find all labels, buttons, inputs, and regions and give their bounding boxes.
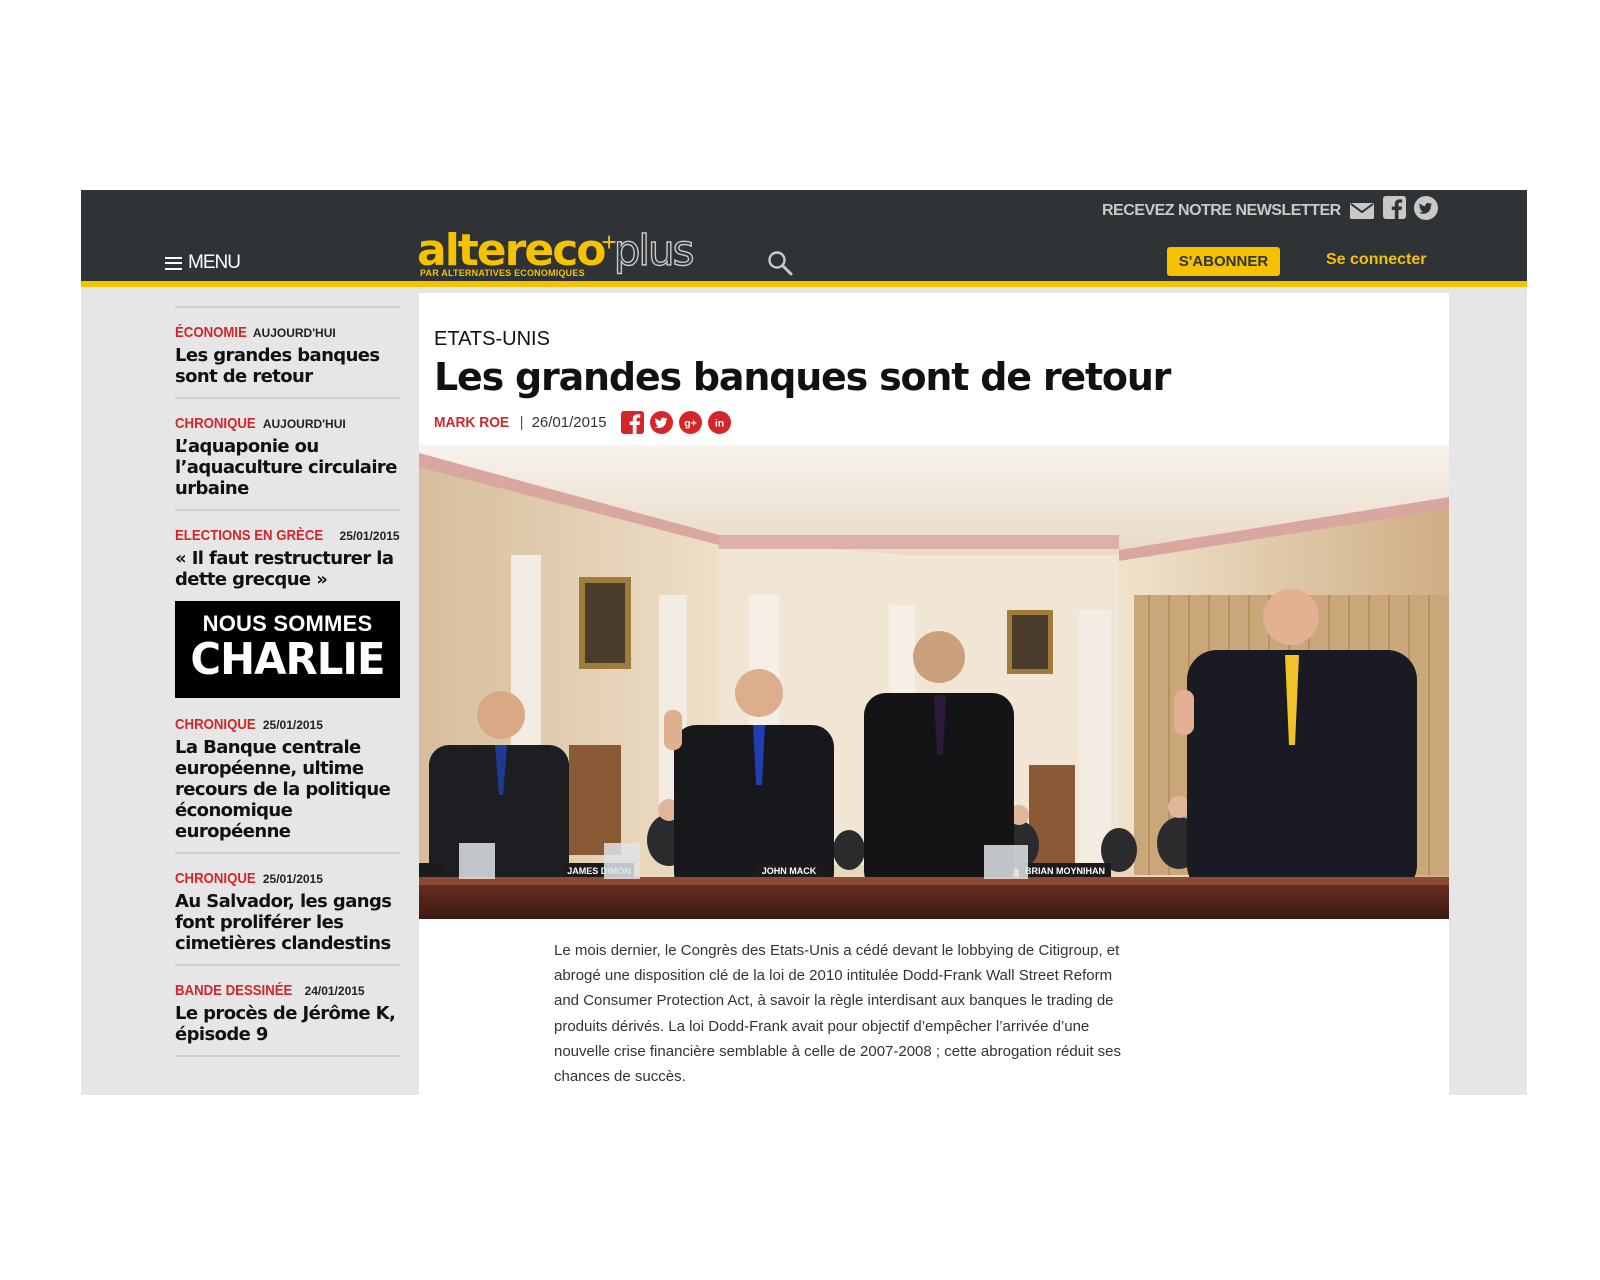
news-category: CHRONIQUE bbox=[175, 870, 256, 887]
linkedin-icon[interactable]: in bbox=[707, 411, 731, 434]
sidebar-news-item[interactable]: ÉCONOMIE AUJOURD'HUI Les grandes banques… bbox=[175, 306, 400, 397]
sidebar-news-item[interactable]: CHRONIQUE AUJOURD'HUI L’aquaponie ou l’a… bbox=[175, 397, 400, 509]
twitter-icon[interactable] bbox=[649, 411, 673, 434]
facebook-icon[interactable] bbox=[620, 411, 644, 434]
google-plus-icon[interactable]: g+ bbox=[678, 411, 702, 434]
sidebar-news-item[interactable]: BANDE DESSINÉE 24/01/2015 Le procès de J… bbox=[175, 964, 400, 1055]
login-link[interactable]: Se connecter bbox=[1326, 251, 1426, 269]
sidebar-news-item-cut[interactable] bbox=[175, 1055, 400, 1085]
logo-tagline: PAR ALTERNATIVES ECONOMIQUES bbox=[420, 268, 585, 278]
news-date: 25/01/2015 bbox=[339, 529, 400, 543]
article-date: 26/01/2015 bbox=[531, 414, 607, 431]
sidebar-news-item[interactable]: ELECTIONS EN GRÈCE 25/01/2015 « Il faut … bbox=[175, 509, 400, 590]
menu-button[interactable]: MENU bbox=[165, 252, 241, 274]
banner-line-2: CHARLIE bbox=[190, 634, 385, 685]
news-date: AUJOURD'HUI bbox=[252, 326, 336, 340]
sidebar-news-item[interactable]: CHRONIQUE 25/01/2015 Au Salvador, les ga… bbox=[175, 852, 400, 964]
news-date: 24/01/2015 bbox=[304, 984, 365, 998]
article-byline: MARK ROE | 26/01/2015 g+ in bbox=[434, 411, 731, 434]
svg-text:in: in bbox=[714, 417, 723, 429]
svg-text:JOHN MACK: JOHN MACK bbox=[762, 866, 817, 876]
browser-page: MENU altereco+plus PAR ALTERNATIVES ECON… bbox=[81, 190, 1527, 1095]
article-kicker[interactable]: ETATS-UNIS bbox=[434, 328, 550, 351]
logo-plus-text: plus bbox=[613, 225, 695, 275]
news-title: Au Salvador, les gangs font proliférer l… bbox=[175, 891, 392, 954]
svg-text:g+: g+ bbox=[684, 417, 697, 429]
news-title: Le procès de Jérôme K, épisode 9 bbox=[175, 1003, 396, 1045]
news-title: L’aquaponie ou l’aquaculture circulaire … bbox=[175, 436, 397, 499]
subscribe-button[interactable]: S'ABONNER bbox=[1167, 247, 1280, 276]
header-social-links bbox=[1383, 196, 1438, 220]
twitter-icon[interactable] bbox=[1414, 196, 1438, 220]
article-hero-photo: JAMES DIMON JOHN MACK BRIAN MOYNIHAN bbox=[419, 445, 1449, 919]
sidebar-news-list: ÉCONOMIE AUJOURD'HUI Les grandes banques… bbox=[175, 306, 400, 1085]
news-title: Les grandes banques sont de retour bbox=[175, 345, 380, 387]
newsletter-link[interactable]: RECEVEZ NOTRE NEWSLETTER bbox=[1102, 202, 1374, 220]
news-category: ELECTIONS EN GRÈCE bbox=[175, 527, 324, 544]
je-suis-charlie-banner[interactable]: NOUS SOMMES CHARLIE bbox=[175, 601, 400, 698]
sidebar-news-item[interactable]: CHRONIQUE 25/01/2015 La Banque centrale … bbox=[175, 710, 400, 852]
news-title: « Il faut restructurer la dette grecque … bbox=[175, 548, 394, 590]
site-header: MENU altereco+plus PAR ALTERNATIVES ECON… bbox=[81, 190, 1527, 287]
news-title: La Banque centrale européenne, ultime re… bbox=[175, 737, 391, 842]
byline-separator: | bbox=[519, 414, 524, 431]
news-date: 25/01/2015 bbox=[262, 872, 323, 886]
article-body: Le mois dernier, le Congrès des Etats-Un… bbox=[554, 942, 1122, 1086]
hamburger-icon bbox=[165, 256, 182, 270]
menu-label: MENU bbox=[188, 252, 241, 273]
news-category: BANDE DESSINÉE bbox=[175, 982, 293, 999]
facebook-icon[interactable] bbox=[1383, 196, 1406, 219]
envelope-icon bbox=[1349, 203, 1374, 219]
news-date: 25/01/2015 bbox=[262, 718, 323, 732]
search-icon[interactable] bbox=[767, 250, 793, 276]
share-buttons: g+ in bbox=[620, 411, 731, 434]
newsletter-label: RECEVEZ NOTRE NEWSLETTER bbox=[1102, 202, 1341, 219]
article-author[interactable]: MARK ROE bbox=[434, 414, 509, 431]
svg-text:BRIAN MOYNIHAN: BRIAN MOYNIHAN bbox=[1025, 866, 1105, 876]
article-title: Les grandes banques sont de retour bbox=[434, 355, 1171, 399]
news-category: CHRONIQUE bbox=[175, 415, 256, 432]
news-date: AUJOURD'HUI bbox=[262, 417, 346, 431]
news-category: CHRONIQUE bbox=[175, 716, 256, 733]
news-category: ÉCONOMIE bbox=[175, 324, 247, 341]
site-logo[interactable]: altereco+plus PAR ALTERNATIVES ECONOMIQU… bbox=[417, 225, 695, 282]
article: ETATS-UNIS Les grandes banques sont de r… bbox=[419, 293, 1449, 1095]
banner-line-1: NOUS SOMMES bbox=[202, 611, 373, 636]
